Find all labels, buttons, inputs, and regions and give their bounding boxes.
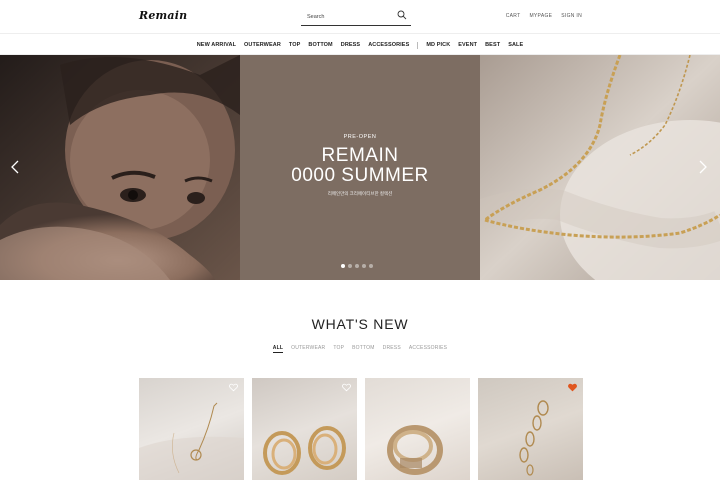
portrait-illustration bbox=[0, 55, 240, 280]
carousel-dots bbox=[341, 264, 373, 268]
hero-title-line2: 0000 SUMMER bbox=[291, 165, 429, 186]
site-header: Remain CART MYPAGE SIGN IN bbox=[0, 0, 720, 34]
nav-top[interactable]: TOP bbox=[289, 42, 301, 48]
carousel-dot-3[interactable] bbox=[355, 264, 359, 268]
product-card[interactable] bbox=[252, 378, 357, 480]
hero-title: REMAIN 0000 SUMMER bbox=[240, 146, 480, 186]
carousel-dot-5[interactable] bbox=[369, 264, 373, 268]
product-image-hoop-earrings bbox=[263, 426, 346, 475]
category-tab-dress[interactable]: DRESS bbox=[383, 345, 401, 353]
product-image-chain-earrings bbox=[519, 400, 549, 476]
header-divider bbox=[0, 33, 720, 34]
search-box[interactable] bbox=[301, 8, 411, 26]
carousel-dot-1[interactable] bbox=[341, 264, 345, 268]
hero-carousel: PRE-OPEN REMAIN 0000 SUMMER 리메인만의 크리에이티브… bbox=[0, 55, 720, 280]
search-icon[interactable] bbox=[397, 10, 407, 20]
main-nav: NEW ARRIVAL OUTERWEAR TOP BOTTOM DRESS A… bbox=[0, 36, 720, 54]
category-tab-top[interactable]: TOP bbox=[333, 345, 344, 353]
hero-pre-open: PRE-OPEN bbox=[343, 134, 377, 140]
wishlist-heart-icon[interactable] bbox=[342, 383, 351, 392]
nav-dress[interactable]: DRESS bbox=[341, 42, 360, 48]
product-card[interactable] bbox=[478, 378, 583, 480]
nav-accessories[interactable]: ACCESSORIES bbox=[368, 42, 409, 48]
whats-new-title: WHAT'S NEW bbox=[311, 316, 409, 332]
necklace-illustration bbox=[480, 55, 720, 280]
nav-event[interactable]: EVENT bbox=[458, 42, 477, 48]
nav-bottom[interactable]: BOTTOM bbox=[308, 42, 332, 48]
category-tab-accessories[interactable]: ACCESSORIES bbox=[409, 345, 447, 353]
product-image-chain-ring bbox=[387, 425, 443, 475]
product-grid bbox=[139, 378, 583, 480]
hero-text-block: PRE-OPEN REMAIN 0000 SUMMER 리메인만의 크리에이티브… bbox=[240, 55, 480, 280]
wishlist-heart-icon-active[interactable] bbox=[568, 383, 577, 392]
hero-image-portrait[interactable] bbox=[0, 55, 240, 280]
product-image-hook-earring bbox=[139, 402, 244, 480]
nav-md-pick[interactable]: MD PICK bbox=[426, 42, 450, 48]
hero-subtitle: 리메인만의 크리에이티브한 컬렉션 bbox=[327, 191, 393, 196]
next-slide-arrow[interactable] bbox=[697, 160, 709, 174]
nav-new-arrival[interactable]: NEW ARRIVAL bbox=[197, 42, 236, 48]
search-input[interactable] bbox=[307, 10, 395, 23]
nav-best[interactable]: BEST bbox=[485, 42, 500, 48]
category-tab-bottom[interactable]: BOTTOM bbox=[352, 345, 375, 353]
nav-outerwear[interactable]: OUTERWEAR bbox=[244, 42, 281, 48]
utility-links: CART MYPAGE SIGN IN bbox=[506, 13, 582, 19]
category-tab-all[interactable]: ALL bbox=[272, 345, 284, 353]
nav-sale[interactable]: SALE bbox=[508, 42, 523, 48]
prev-slide-arrow[interactable] bbox=[9, 160, 21, 174]
hero-title-line1: REMAIN bbox=[321, 145, 399, 166]
hero-slide-center[interactable]: PRE-OPEN REMAIN 0000 SUMMER 리메인만의 크리에이티브… bbox=[240, 55, 480, 280]
wishlist-heart-icon[interactable] bbox=[229, 383, 238, 392]
category-tab-outerwear[interactable]: OUTERWEAR bbox=[291, 345, 325, 353]
whats-new-categories: ALL OUTERWEAR TOP BOTTOM DRESS ACCESSORI… bbox=[0, 345, 720, 353]
carousel-dot-2[interactable] bbox=[348, 264, 352, 268]
site-logo[interactable]: Remain bbox=[139, 9, 187, 22]
nav-separator bbox=[417, 41, 419, 49]
product-card[interactable] bbox=[139, 378, 244, 480]
cart-link[interactable]: CART bbox=[506, 13, 521, 19]
carousel-dot-4[interactable] bbox=[362, 264, 366, 268]
mypage-link[interactable]: MYPAGE bbox=[529, 13, 552, 19]
sign-in-link[interactable]: SIGN IN bbox=[561, 13, 582, 19]
product-card[interactable] bbox=[365, 378, 470, 480]
hero-image-necklace[interactable] bbox=[480, 55, 720, 280]
